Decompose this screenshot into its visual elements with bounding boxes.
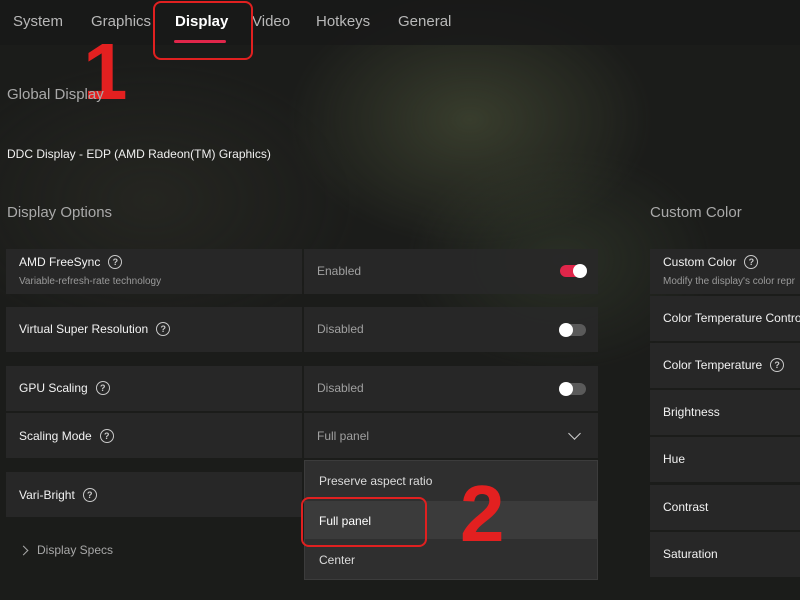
color-temperature-control-label: Color Temperature Contro bbox=[663, 311, 800, 325]
custom-color-label: Custom Color bbox=[663, 255, 737, 269]
chevron-right-icon bbox=[18, 545, 29, 555]
tab-hotkeys[interactable]: Hotkeys bbox=[316, 13, 370, 30]
annotation-highlight-option bbox=[301, 497, 427, 547]
toggle-knob bbox=[573, 264, 587, 278]
brightness-row[interactable]: Brightness bbox=[650, 390, 800, 435]
display-specs-label: Display Specs bbox=[37, 543, 114, 557]
help-icon[interactable]: ? bbox=[744, 255, 759, 269]
vari-bright-label: Vari-Bright bbox=[19, 488, 75, 502]
gpu-scaling-setting[interactable]: Disabled bbox=[304, 366, 598, 411]
freesync-description: Variable-refresh-rate technology bbox=[19, 276, 162, 287]
gpu-scaling-value: Disabled bbox=[317, 381, 364, 395]
option-preserve-aspect-ratio[interactable]: Preserve aspect ratio bbox=[319, 474, 432, 488]
toggle-knob bbox=[559, 382, 573, 396]
help-icon[interactable]: ? bbox=[108, 255, 123, 269]
vsr-label: Virtual Super Resolution bbox=[19, 322, 149, 336]
vari-bright-label-cell: Vari-Bright ? bbox=[6, 472, 302, 517]
tab-general[interactable]: General bbox=[398, 13, 451, 30]
help-icon[interactable]: ? bbox=[95, 381, 110, 395]
color-temperature-label: Color Temperature bbox=[663, 358, 763, 372]
freesync-setting[interactable]: Enabled bbox=[304, 249, 598, 294]
custom-color-row[interactable]: Custom Color ? Modify the display's colo… bbox=[650, 249, 800, 294]
scaling-mode-dropdown[interactable]: Full panel bbox=[304, 413, 598, 458]
display-device-name: DDC Display - EDP (AMD Radeon(TM) Graphi… bbox=[7, 147, 271, 161]
section-title-display-options: Display Options bbox=[7, 204, 113, 221]
help-icon[interactable]: ? bbox=[99, 429, 114, 443]
hue-label: Hue bbox=[663, 452, 686, 466]
tab-video[interactable]: Video bbox=[252, 13, 290, 30]
section-title-custom-color: Custom Color bbox=[650, 204, 742, 221]
contrast-row[interactable]: Contrast bbox=[650, 485, 800, 530]
hue-row[interactable]: Hue bbox=[650, 437, 800, 482]
color-temperature-row[interactable]: Color Temperature ? bbox=[650, 343, 800, 388]
vsr-toggle[interactable] bbox=[559, 323, 586, 337]
freesync-label-cell: AMD FreeSync ? Variable-refresh-rate tec… bbox=[6, 249, 302, 294]
annotation-step-2: 2 bbox=[460, 469, 505, 558]
custom-color-description: Modify the display's color repr bbox=[663, 276, 795, 287]
scaling-mode-label-cell: Scaling Mode ? bbox=[6, 413, 302, 458]
vsr-setting[interactable]: Disabled bbox=[304, 307, 598, 352]
color-temperature-control-row[interactable]: Color Temperature Contro bbox=[650, 296, 800, 341]
gpu-scaling-label: GPU Scaling bbox=[19, 381, 88, 395]
option-center[interactable]: Center bbox=[319, 553, 355, 567]
freesync-label: AMD FreeSync bbox=[19, 255, 101, 269]
brightness-label: Brightness bbox=[663, 405, 720, 419]
help-icon[interactable]: ? bbox=[156, 322, 171, 336]
help-icon[interactable]: ? bbox=[770, 358, 785, 372]
scaling-mode-value: Full panel bbox=[317, 429, 370, 443]
vsr-value: Disabled bbox=[317, 322, 364, 336]
contrast-label: Contrast bbox=[663, 500, 709, 514]
saturation-row[interactable]: Saturation bbox=[650, 532, 800, 577]
gpu-scaling-label-cell: GPU Scaling ? bbox=[6, 366, 302, 411]
section-title-global-display: Global Display bbox=[7, 86, 104, 103]
chevron-down-icon[interactable] bbox=[568, 427, 581, 440]
toggle-knob bbox=[559, 323, 573, 337]
freesync-value: Enabled bbox=[317, 264, 362, 278]
freesync-toggle[interactable] bbox=[560, 264, 587, 278]
saturation-label: Saturation bbox=[663, 547, 718, 561]
tab-system[interactable]: System bbox=[13, 13, 63, 30]
annotation-highlight-tab bbox=[153, 1, 253, 60]
help-icon[interactable]: ? bbox=[82, 488, 97, 502]
vsr-label-cell: Virtual Super Resolution ? bbox=[6, 307, 302, 352]
display-specs-toggle[interactable]: Display Specs bbox=[18, 543, 114, 557]
scaling-mode-label: Scaling Mode bbox=[19, 429, 92, 443]
gpu-scaling-toggle[interactable] bbox=[559, 382, 586, 396]
